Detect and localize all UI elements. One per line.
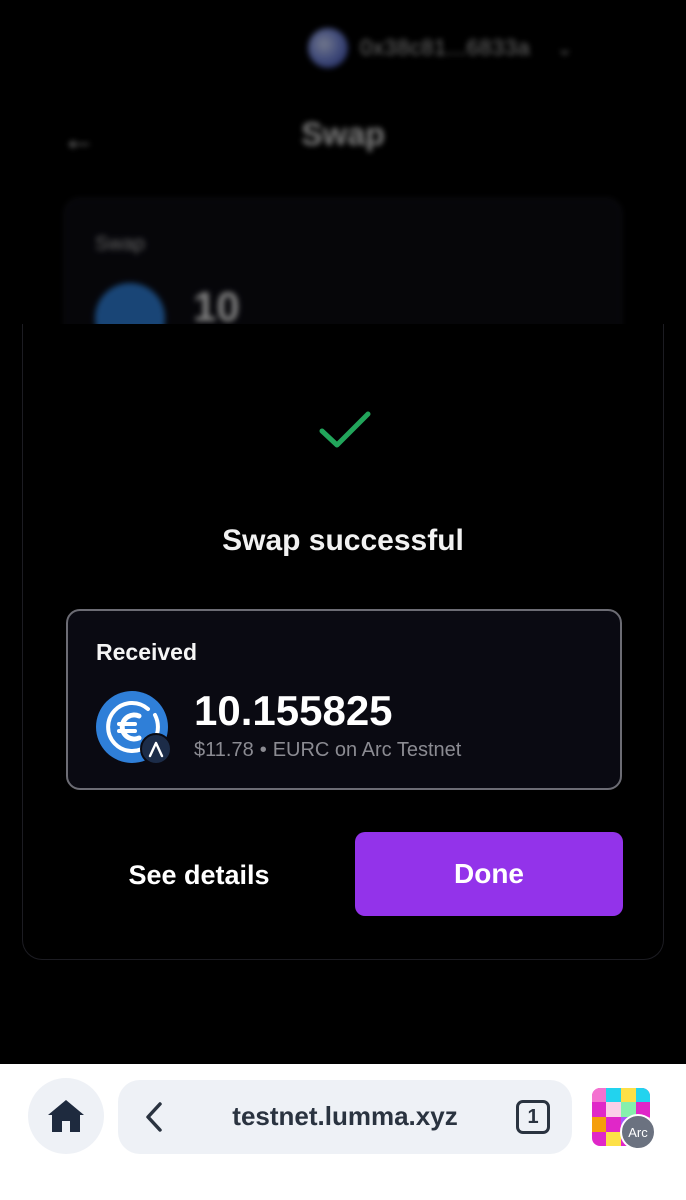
received-usd-value: $11.78: [194, 739, 254, 761]
background-title: Swap: [301, 116, 385, 152]
tab-count-button[interactable]: 1: [516, 1100, 550, 1134]
background-card-label: Swap: [95, 233, 146, 255]
wallet-avatar: [308, 28, 348, 68]
arc-logo-icon: [140, 733, 172, 765]
received-card: Received 10.155825 $11.78 • EURC on Arc Te…: [66, 609, 622, 790]
check-icon: [319, 411, 371, 448]
wallet-header: 0x38c81...6833a ⌄: [308, 28, 573, 68]
separator-dot: •: [259, 739, 267, 761]
received-label: Received: [96, 639, 198, 665]
home-icon: [48, 1100, 84, 1132]
url-text: testnet.lumma.xyz: [232, 1101, 458, 1131]
background-swap-screen: 0x38c81...6833a ⌄ ← Swap Swap 10: [0, 0, 686, 353]
done-button[interactable]: Done: [355, 832, 623, 916]
app-badge: Arc: [620, 1114, 656, 1150]
received-details: $11.78 • EURC on Arc Testnet: [194, 739, 461, 762]
browser-toolbar: testnet.lumma.xyz 1 Arc: [0, 1064, 686, 1200]
chevron-down-icon: ⌄: [556, 37, 573, 60]
address-bar[interactable]: testnet.lumma.xyz 1: [118, 1080, 572, 1154]
success-title: Swap successful: [222, 524, 464, 557]
received-amount: 10.155825: [194, 687, 393, 734]
received-token-network: EURC on Arc Testnet: [272, 739, 462, 761]
wallet-address: 0x38c81...6833a: [360, 35, 531, 60]
see-details-button[interactable]: See details: [66, 834, 332, 916]
page: 0x38c81...6833a ⌄ ← Swap Swap 10 Swap su…: [0, 0, 686, 1200]
swap-success-dialog: Swap successful Received 10.155825 $11.7…: [22, 324, 664, 960]
home-button[interactable]: [28, 1078, 104, 1154]
